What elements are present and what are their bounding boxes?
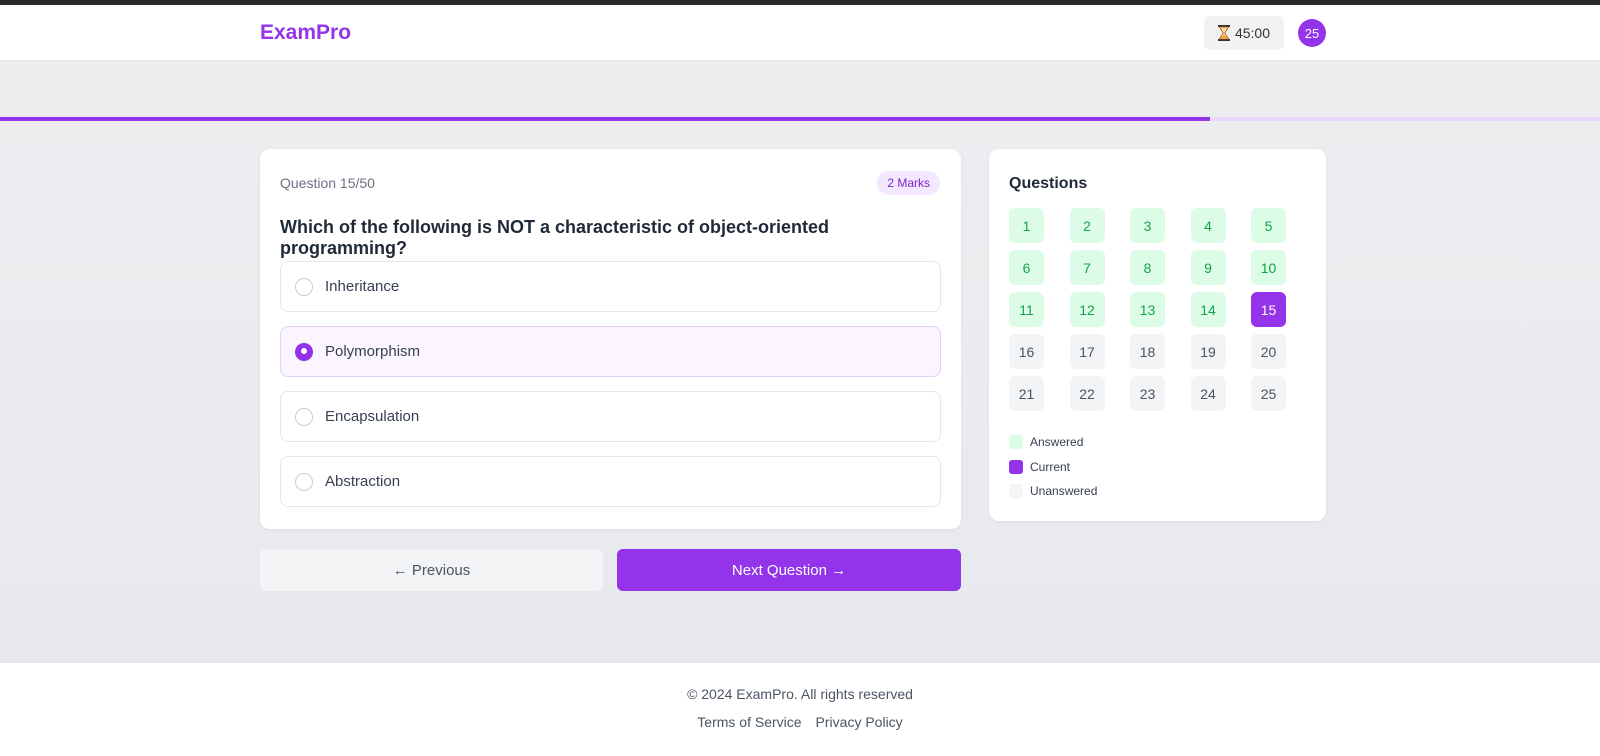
exam-progress-bar [0, 117, 1600, 121]
legend-unanswered: Unanswered [1009, 483, 1097, 499]
footer-links: Terms of Service Privacy Policy [0, 714, 1600, 730]
question-cell-10[interactable]: 10 [1251, 250, 1286, 285]
question-cell-13[interactable]: 13 [1130, 292, 1165, 327]
question-cell-8[interactable]: 8 [1130, 250, 1165, 285]
legend-label: Answered [1030, 435, 1084, 449]
answer-option[interactable]: Encapsulation [280, 391, 941, 442]
radio-button[interactable] [295, 342, 313, 361]
radio-button[interactable] [295, 472, 313, 491]
answer-option[interactable]: Inheritance [280, 261, 941, 312]
question-cell-6[interactable]: 6 [1009, 250, 1044, 285]
answered-swatch [1009, 435, 1023, 449]
question-cell-4[interactable]: 4 [1190, 208, 1226, 243]
unanswered-swatch [1009, 484, 1023, 498]
privacy-policy-link[interactable]: Privacy Policy [816, 714, 903, 730]
legend-label: Unanswered [1030, 484, 1098, 498]
question-cell-14[interactable]: 14 [1190, 292, 1226, 327]
question-number: Question 15/50 [280, 175, 375, 191]
question-cell-21[interactable]: 21 [1009, 376, 1044, 411]
marks-badge: 2 Marks [877, 171, 940, 195]
status-legend: Answered Current Unanswered [1009, 434, 1097, 508]
question-cell-2[interactable]: 2 [1069, 208, 1105, 243]
question-cell-11[interactable]: 11 [1009, 292, 1044, 327]
exam-timer: 45:00 [1204, 16, 1284, 50]
question-cell-24[interactable]: 24 [1190, 376, 1226, 411]
option-label: Inheritance [325, 278, 400, 295]
answer-option[interactable]: Polymorphism [280, 326, 941, 377]
question-cell-15[interactable]: 15 [1251, 292, 1286, 327]
user-avatar[interactable]: 25 [1298, 19, 1326, 47]
question-cell-22[interactable]: 22 [1069, 376, 1105, 411]
footer: © 2024 ExamPro. All rights reserved Term… [0, 663, 1600, 756]
radio-button[interactable] [295, 277, 313, 296]
next-question-button[interactable]: Next Question → [617, 549, 961, 591]
question-cell-5[interactable]: 5 [1251, 208, 1286, 243]
question-cell-9[interactable]: 9 [1190, 250, 1226, 285]
copyright-text: © 2024 ExamPro. All rights reserved [687, 686, 913, 702]
question-cell-3[interactable]: 3 [1130, 208, 1165, 243]
question-card: Question 15/50 2 Marks Which of the foll… [260, 149, 961, 529]
radio-button[interactable] [295, 407, 313, 426]
question-text: Which of the following is NOT a characte… [280, 217, 830, 258]
option-label: Abstraction [325, 473, 401, 490]
question-cell-19[interactable]: 19 [1190, 334, 1226, 369]
legend-current: Current [1009, 459, 1097, 475]
question-cell-1[interactable]: 1 [1009, 208, 1044, 243]
hourglass-icon [1217, 25, 1230, 41]
navigator-title: Questions [1009, 175, 1088, 192]
question-cell-16[interactable]: 16 [1009, 334, 1044, 369]
question-cell-18[interactable]: 18 [1130, 334, 1165, 369]
question-cell-17[interactable]: 17 [1069, 334, 1105, 369]
answer-options: Inheritance Polymorphism Encapsulation A… [280, 261, 941, 521]
timer-value: 45:00 [1234, 25, 1271, 41]
answer-option[interactable]: Abstraction [280, 456, 941, 507]
question-cell-23[interactable]: 23 [1130, 376, 1165, 411]
exam-page: ExamPro 45:00 25 Question 15/50 2 Marks … [0, 5, 1600, 756]
question-cell-7[interactable]: 7 [1069, 250, 1105, 285]
legend-answered: Answered [1009, 434, 1097, 450]
previous-button[interactable]: ← Previous [260, 549, 603, 591]
question-cell-25[interactable]: 25 [1251, 376, 1286, 411]
question-grid: 1 2 3 4 5 6 7 8 9 10 11 12 13 14 15 16 17 18 19 20 21 22 23 24 2… [1009, 208, 1289, 411]
question-cell-12[interactable]: 12 [1069, 292, 1105, 327]
header: ExamPro 45:00 25 [0, 5, 1600, 61]
option-label: Encapsulation [325, 408, 420, 425]
brand-logo[interactable]: ExamPro [260, 21, 351, 45]
question-cell-20[interactable]: 20 [1251, 334, 1286, 369]
legend-label: Current [1030, 459, 1071, 474]
option-label: Polymorphism [325, 343, 421, 360]
question-navigator: Questions 1 2 3 4 5 6 7 8 9 10 11 12 13 14 15 16 17 18 19 2… [989, 149, 1326, 521]
current-swatch [1009, 459, 1023, 474]
terms-of-service-link[interactable]: Terms of Service [697, 714, 801, 730]
exam-progress-fill [0, 117, 1210, 121]
